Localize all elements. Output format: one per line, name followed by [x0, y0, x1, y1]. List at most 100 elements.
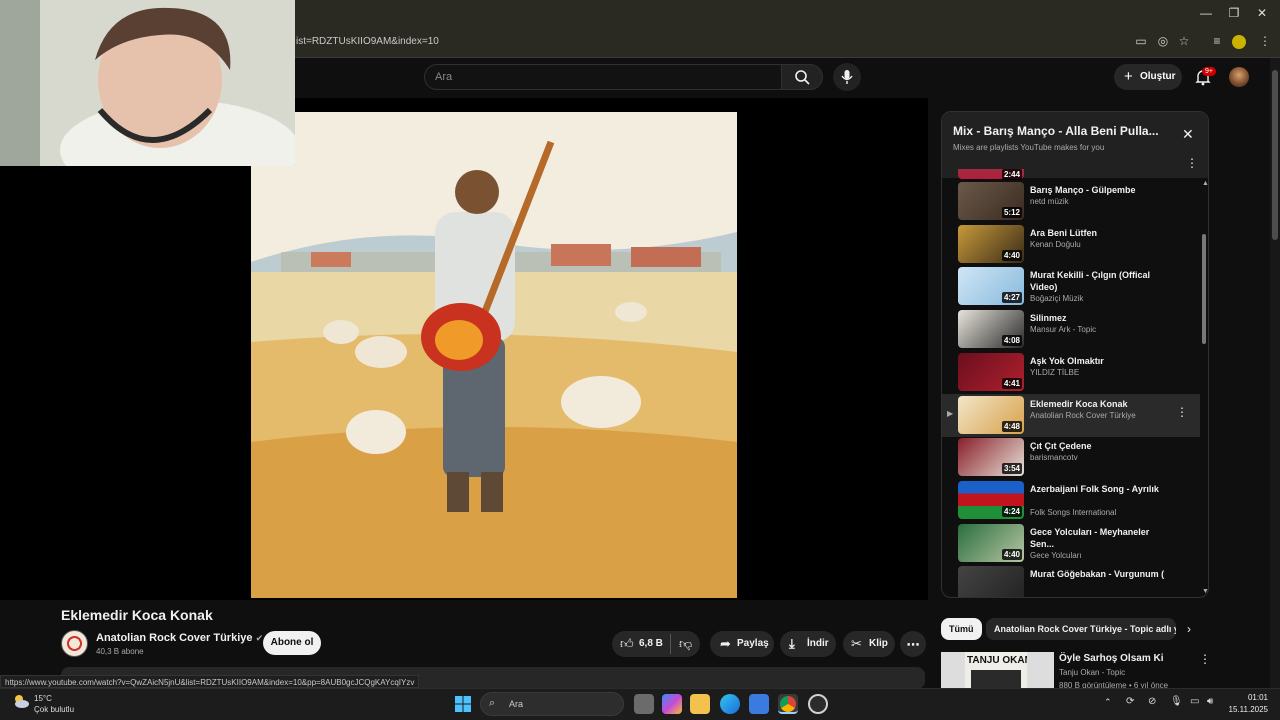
taskbar-search[interactable]: ⌕ Ara	[480, 692, 624, 716]
search-input[interactable]: Ara	[424, 64, 782, 90]
download-button[interactable]: ⤓ İndir	[780, 631, 836, 657]
status-url: https://www.youtube.com/watch?v=QwZAicN5…	[0, 675, 420, 688]
list-item[interactable]: 4:41 Aşk Yok Olmaktır YILDIZ TİLBE	[942, 351, 1200, 394]
store-icon[interactable]	[749, 694, 769, 714]
playlist-title[interactable]: Mix - Barış Manço - Alla Beni Pulla...	[953, 124, 1178, 138]
item-title: Ara Beni Lütfen	[1030, 227, 1098, 238]
app-icon[interactable]	[808, 694, 828, 714]
windows-start-icon[interactable]	[455, 696, 471, 712]
list-item[interactable]: 4:40 Gece Yolcuları - Meyhaneler Sen... Ge…	[942, 522, 1200, 565]
list-item[interactable]: 4:24 Azerbaijani Folk Song - Ayrılık Folk …	[942, 479, 1200, 522]
item-channel: Boğaziçi Müzik	[1030, 294, 1084, 304]
weather-description: Çok bulutlu	[34, 705, 75, 714]
video-frame[interactable]	[251, 112, 737, 598]
close-icon[interactable]: ✕	[1182, 126, 1194, 143]
like-button[interactable]: 👍︎	[620, 636, 634, 652]
list-item[interactable]: Murat Göğebakan - Vurgunum (	[942, 564, 1200, 597]
edge-icon[interactable]	[720, 694, 740, 714]
thumbs-up-icon: 👍︎	[620, 636, 634, 651]
scroll-up-icon[interactable]: ▲	[1202, 180, 1208, 187]
display-icon[interactable]: ▭	[1190, 696, 1199, 707]
thumbnail-text: TANJU OKAN	[967, 655, 1027, 666]
item-title: Barış Manço - Gülpembe	[1030, 185, 1136, 195]
hide-eye-icon[interactable]: ◎	[1154, 34, 1172, 50]
list-item[interactable]: 3:54 Çıt Çıt Çedene barismancotv	[942, 436, 1200, 479]
page-scrollbar-thumb[interactable]	[1272, 70, 1278, 240]
item-title: Silinmez	[1030, 313, 1067, 324]
copilot-icon[interactable]	[662, 694, 682, 714]
user-avatar[interactable]	[1229, 67, 1249, 87]
recommendation-thumbnail[interactable]: TANJU OKAN	[941, 652, 1054, 690]
restore-icon[interactable]: ❐	[1224, 6, 1244, 22]
subscriber-count: 40,3 B abone	[96, 647, 144, 656]
recommendation-title[interactable]: Öyle Sarhoş Olsam Ki	[1059, 653, 1164, 664]
file-explorer-icon[interactable]	[690, 694, 710, 714]
playlist-scrollbar-thumb[interactable]	[1202, 234, 1206, 344]
task-view-icon[interactable]	[634, 694, 654, 714]
reading-list-icon[interactable]: ≡	[1208, 34, 1226, 50]
volume-icon[interactable]: 🔊︎	[1207, 696, 1213, 707]
thumbnail: 4:48	[958, 395, 1024, 434]
recommendation-channel[interactable]: Tanju Okan - Topic	[1059, 668, 1125, 677]
item-title: Murat Kekilli - Çılgın (Offical Video)	[1030, 270, 1151, 293]
create-button[interactable]: + Oluştur	[1114, 64, 1182, 90]
share-icon: ➦	[720, 636, 731, 651]
list-item-active[interactable]: ▶ ⋮ 4:48 Eklemedir Koca Konak Anatolian Rock…	[942, 393, 1200, 437]
item-title: Çıt Çıt Çedene	[1030, 441, 1092, 452]
recommendation-more-icon[interactable]: ⋮	[1199, 652, 1211, 666]
duration-badge: 4:27	[1001, 292, 1022, 304]
duration-badge: 5:12	[1001, 207, 1022, 218]
list-item[interactable]: 4:08 Silinmez Mansur Ark - Topic	[942, 308, 1200, 351]
scroll-down-icon[interactable]: ▼	[1202, 588, 1208, 595]
sync-icon[interactable]: ⟳	[1126, 696, 1134, 707]
channel-name[interactable]: Anatolian Rock Cover Türkiye ✔	[96, 632, 263, 644]
weather-icon[interactable]	[12, 693, 30, 709]
thumbnail: 4:08	[958, 310, 1024, 349]
channel-avatar[interactable]	[61, 630, 88, 657]
chrome-taskbar-button[interactable]	[778, 694, 798, 714]
thumbnail: 4:27	[958, 267, 1024, 306]
now-playing-icon: ▶	[947, 408, 954, 418]
list-item[interactable]: 5:12 Barış Manço - Gülpembe netd müzik	[942, 180, 1200, 223]
item-channel: barismancotv	[1030, 453, 1078, 463]
thumbs-down-icon: 👎︎	[679, 636, 693, 651]
clock-date[interactable]: 15.11.2025	[1222, 705, 1268, 714]
profile-icon[interactable]	[1232, 35, 1246, 49]
url-text[interactable]: ist=RDZTUsKIIO9AM&index=10	[296, 36, 439, 47]
item-more-icon[interactable]: ⋮	[1176, 405, 1188, 419]
channel-name-text: Anatolian Rock Cover Türkiye	[96, 632, 253, 644]
duration-badge: 4:41	[1001, 377, 1022, 389]
duration-badge: 4:40	[1001, 249, 1022, 261]
notification-badge: 9+	[1202, 67, 1216, 76]
subscribe-button[interactable]: Abone ol	[263, 631, 321, 655]
clock-time[interactable]: 01:01	[1222, 693, 1268, 702]
thumbnail: 4:24	[958, 480, 1024, 519]
clip-button[interactable]: ✂ Klip	[843, 631, 895, 657]
share-button[interactable]: ➦ Paylaş	[710, 631, 774, 657]
item-title: Gece Yolcuları - Meyhaneler Sen...	[1030, 526, 1150, 549]
thumbnail: 4:41	[958, 352, 1024, 391]
network-off-icon[interactable]: ⊘	[1148, 696, 1156, 707]
bookmark-star-icon[interactable]: ☆	[1175, 34, 1193, 50]
item-channel: Gece Yolcuları	[1030, 550, 1082, 560]
cast-icon[interactable]: ▭	[1132, 34, 1150, 50]
browser-menu-icon[interactable]: ⋮	[1256, 34, 1274, 50]
duration-badge: 4:24	[1001, 505, 1022, 517]
chevron-right-icon[interactable]: ›	[1187, 622, 1191, 636]
search-button[interactable]	[781, 64, 823, 90]
mic-tray-icon[interactable]: 🎙︎	[1170, 696, 1183, 707]
weather-temperature: 15°C	[34, 694, 52, 703]
more-actions-button[interactable]: ⋯	[900, 631, 926, 657]
minimize-icon[interactable]: —	[1196, 6, 1216, 22]
thumbnail: 3:54	[958, 438, 1024, 477]
list-item[interactable]: 4:27 Murat Kekilli - Çılgın (Offical Vide…	[942, 265, 1200, 308]
list-item[interactable]: 4:40 Ara Beni Lütfen Kenan Doğulu	[942, 223, 1200, 266]
close-window-icon[interactable]: ✕	[1252, 6, 1272, 22]
chevron-up-icon[interactable]: ⌃	[1104, 697, 1112, 708]
voice-search-button[interactable]	[833, 63, 861, 91]
dislike-button[interactable]: 👎︎	[679, 636, 692, 652]
playlist-more-icon[interactable]: ⋮	[1186, 156, 1198, 170]
chip-all[interactable]: Tümü	[941, 618, 982, 640]
webcam-overlay	[0, 0, 295, 166]
chip-channel-topic[interactable]: Anatolian Rock Cover Türkiye - Topic adl…	[986, 618, 1176, 640]
